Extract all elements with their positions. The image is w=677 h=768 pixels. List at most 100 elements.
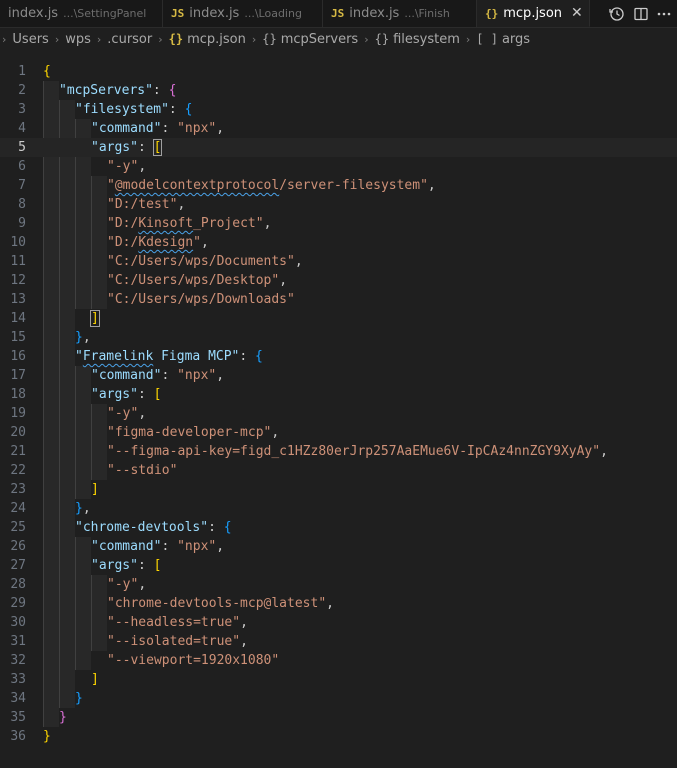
token: " [75,349,83,364]
code-line[interactable]: 7 "@modelcontextprotocol/server-filesyste… [0,176,677,195]
token: "--viewport=1920x1080" [107,653,280,668]
code-editor[interactable]: 1{ 2 "mcpServers": { 3 "filesystem": { 4 "c… [0,62,677,768]
token: [ [153,558,162,573]
code-line[interactable]: 20 "figma-developer-mcp", [0,423,677,442]
code-line[interactable]: 9 "D:/Kinsoft_Project", [0,214,677,233]
tab-description: ...\Loading [244,7,302,20]
code-line[interactable]: 15}, [0,328,677,347]
line-number: 11 [10,254,26,269]
token: Figma MCP" [153,349,240,364]
code-line[interactable]: 10 "D:/Kdesign", [0,233,677,252]
token: "D:/ [107,216,139,231]
code-line[interactable]: 33] [0,670,677,689]
code-line[interactable]: 36} [0,727,677,746]
code-line[interactable]: 11 "C:/Users/wps/Documents", [0,252,677,271]
tab-index-js-finish[interactable]: JS index.js ...\Finish [323,0,477,27]
code-line[interactable]: 1{ [0,62,677,81]
line-number: 25 [10,520,26,535]
code-line[interactable]: 35} [0,708,677,727]
code-line[interactable]: 29 "chrome-devtools-mcp@latest", [0,594,677,613]
code-line[interactable]: 12 "C:/Users/wps/Desktop", [0,271,677,290]
code-line[interactable]: 26 "command": "npx", [0,537,677,556]
code-line[interactable]: 14] [0,309,677,328]
code-line[interactable]: 19 "-y", [0,404,677,423]
code-line[interactable]: 27 "args": [ [0,556,677,575]
line-number: 10 [10,235,26,250]
code-text: "args": [ [91,556,161,575]
token: "--isolated=true" [107,634,241,649]
tab-index-js-settingpanel[interactable]: index.js ...\SettingPanel [0,0,163,27]
code-text: "chrome-devtools": { [75,518,232,537]
split-editor-icon[interactable] [633,6,649,22]
code-line[interactable]: 6 "-y", [0,157,677,176]
code-line[interactable]: 30 "--headless=true", [0,613,677,632]
code-line-active[interactable]: 5 "args": [ [0,138,677,157]
code-text: "@modelcontextprotocol/server-filesystem… [107,176,436,195]
js-icon: JS [171,7,185,20]
breadcrumb-item-filesystem[interactable]: filesystem [393,32,460,47]
code-line[interactable]: 8 "D:/test", [0,195,677,214]
code-line[interactable]: 16 "Framelink Figma MCP": { [0,347,677,366]
code-line[interactable]: 21 "--figma-api-key=figd_c1HZz80erJrp257A… [0,442,677,461]
code-line[interactable]: 32 "--viewport=1920x1080" [0,651,677,670]
breadcrumb-item-users[interactable]: Users [12,32,48,47]
token: } [75,330,83,345]
line-number: 23 [10,482,26,497]
code-line[interactable]: 23] [0,480,677,499]
more-icon[interactable] [657,6,671,22]
token: : [168,102,185,117]
breadcrumb-item-wps[interactable]: wps [65,32,91,47]
tab-index-js-loading[interactable]: JS index.js ...\Loading [163,0,323,27]
code-line[interactable]: 24}, [0,499,677,518]
tab-label: mcp.json [503,5,563,21]
token: { [255,349,263,364]
spell-warning: Kinsoft [138,216,194,231]
code-line[interactable]: 4 "command": "npx", [0,119,677,138]
tab-mcp-json[interactable]: {} mcp.json ✕ [477,0,590,27]
line-number: 36 [10,729,26,744]
token: , [138,406,147,421]
code-line[interactable]: 28 "-y", [0,575,677,594]
text-cursor: [ [152,139,163,156]
token: "args" [91,140,138,155]
breadcrumb-item-mcp-json[interactable]: mcp.json [187,32,246,47]
chevron-right-icon: › [54,32,60,46]
line-number: 16 [10,349,26,364]
token: "command" [91,368,162,383]
token: "D:/ [107,235,139,250]
token: "args" [91,387,138,402]
code-line[interactable]: 17 "command": "npx", [0,366,677,385]
line-number: 26 [10,539,26,554]
code-text: ] [91,480,99,499]
code-text: "-y", [107,404,146,423]
code-line[interactable]: 18 "args": [ [0,385,677,404]
code-text: "command": "npx", [91,537,224,556]
chevron-right-icon: › [2,32,7,46]
token: , [177,197,186,212]
token: } [43,729,51,744]
token: "chrome-devtools" [75,520,209,535]
code-line[interactable]: 31 "--isolated=true", [0,632,677,651]
breadcrumb-item-cursor[interactable]: .cursor [107,32,152,47]
code-line[interactable]: 34} [0,689,677,708]
close-icon[interactable]: ✕ [571,5,583,21]
breadcrumb-item-mcpservers[interactable]: mcpServers [281,32,358,47]
line-number: 24 [10,501,26,516]
line-number: 19 [10,406,26,421]
code-line[interactable]: 13 "C:/Users/wps/Downloads" [0,290,677,309]
timeline-icon[interactable] [609,6,625,22]
token: "D:/test" [107,197,178,212]
code-line[interactable]: 22 "--stdio" [0,461,677,480]
spell-warning: Framelink [82,349,154,364]
code-line[interactable]: 25 "chrome-devtools": { [0,518,677,537]
token: , [82,330,91,345]
token: : [208,520,224,535]
token: "-y" [107,159,139,174]
token: "npx" [177,368,217,383]
code-text: }, [75,499,91,518]
code-line[interactable]: 2 "mcpServers": { [0,81,677,100]
line-number: 9 [18,216,26,231]
breadcrumb-item-args[interactable]: args [502,32,530,47]
code-line[interactable]: 3 "filesystem": { [0,100,677,119]
code-text: "C:/Users/wps/Desktop", [107,271,287,290]
